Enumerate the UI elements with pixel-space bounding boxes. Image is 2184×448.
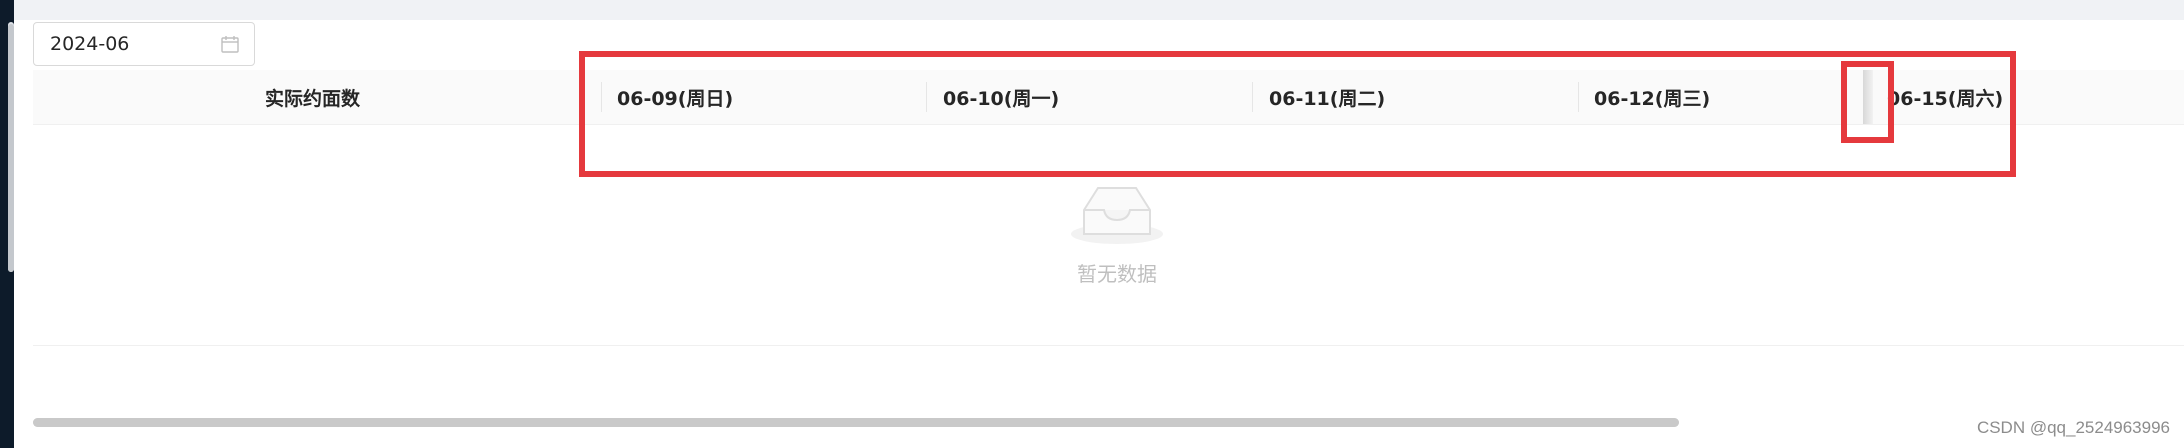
calendar-icon xyxy=(220,34,240,54)
column-header-0609[interactable]: 06-09(周日) xyxy=(617,70,733,124)
column-separator xyxy=(1578,82,1579,112)
empty-state-text: 暂无数据 xyxy=(1077,262,1157,286)
column-header-0615-fixed[interactable]: 06-15(周六) xyxy=(1887,70,2003,124)
column-separator xyxy=(601,82,602,112)
watermark-text: CSDN @qq_2524963996 xyxy=(1976,418,2170,437)
column-separator xyxy=(926,82,927,112)
column-header-actual-interviews[interactable]: 实际约面数 xyxy=(265,70,360,124)
column-separator xyxy=(1252,82,1253,112)
fixed-column-shadow xyxy=(1863,70,1873,124)
top-band xyxy=(14,0,2184,20)
table-header: 实际约面数 06-09(周日) 06-10(周一) 06-11(周二) 06-1… xyxy=(33,70,2184,125)
horizontal-scrollbar-thumb[interactable] xyxy=(33,418,1679,427)
empty-inbox-icon xyxy=(1062,180,1172,246)
column-header-0610[interactable]: 06-10(周一) xyxy=(943,70,1059,124)
month-picker-value: 2024-06 xyxy=(50,33,130,55)
column-header-0611[interactable]: 06-11(周二) xyxy=(1269,70,1385,124)
table-body-divider xyxy=(33,345,2184,346)
month-picker[interactable]: 2024-06 xyxy=(33,22,255,66)
column-header-0612[interactable]: 06-12(周三) xyxy=(1594,70,1710,124)
